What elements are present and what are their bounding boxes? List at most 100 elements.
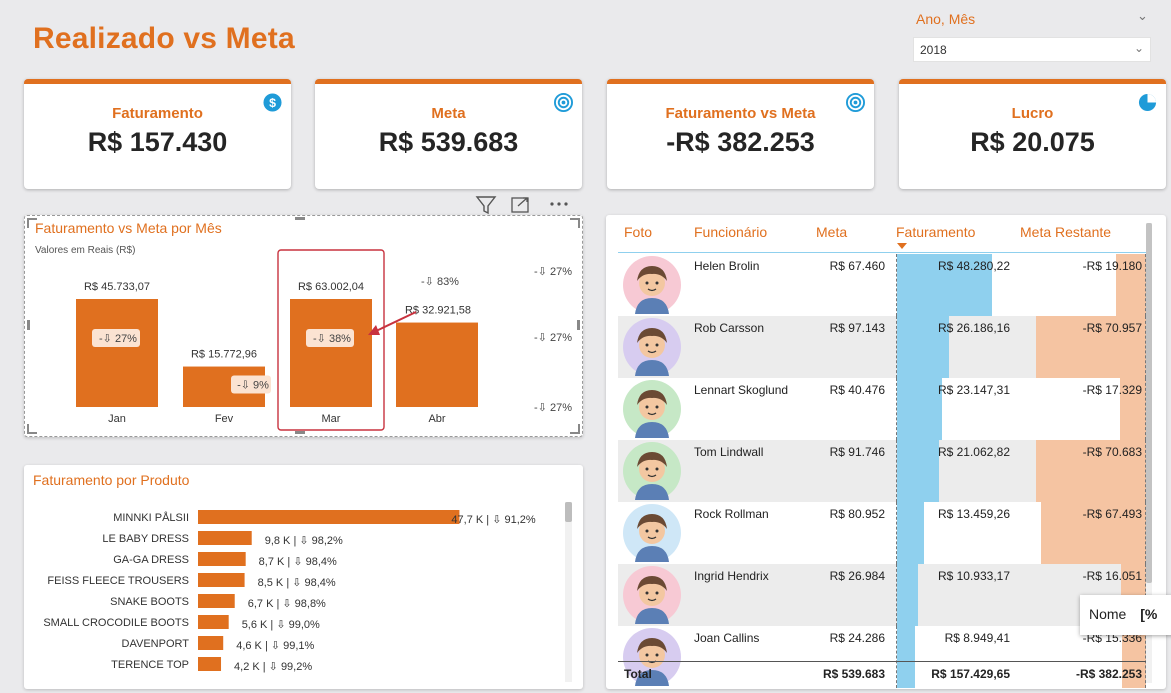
y-tick-label: LE BABY DRESS bbox=[102, 533, 189, 545]
meta-value: R$ 97.143 bbox=[829, 321, 885, 335]
faturamento-value: R$ 13.459,26 bbox=[937, 507, 1010, 521]
total-label: Total bbox=[624, 667, 652, 681]
scrollbar-thumb[interactable] bbox=[1146, 223, 1152, 583]
bar-value-label: R$ 32.921,58 bbox=[405, 305, 471, 317]
faturamento-value: R$ 8.949,41 bbox=[944, 631, 1010, 645]
kpi-card-faturamento-vs-meta[interactable]: Faturamento vs Meta -R$ 382.253 bbox=[607, 79, 874, 189]
meta-value: R$ 80.952 bbox=[829, 507, 885, 521]
woman-glasses-avatar-icon bbox=[623, 566, 681, 624]
filter-icon[interactable] bbox=[475, 196, 497, 215]
man-avatar-icon bbox=[623, 442, 681, 500]
meta-restante-value: -R$ 70.683 bbox=[1082, 445, 1142, 459]
y-tick-label: DAVENPORT bbox=[122, 638, 190, 650]
bar-abr[interactable] bbox=[396, 322, 478, 407]
product-bar[interactable] bbox=[198, 636, 224, 650]
variance-label: -⇩ 27% bbox=[534, 402, 572, 414]
page-title: Realizado vs Meta bbox=[33, 22, 295, 55]
meta-value: R$ 91.746 bbox=[829, 445, 885, 459]
product-bar[interactable] bbox=[198, 594, 235, 608]
col-header-faturamento[interactable]: Faturamento bbox=[896, 224, 975, 240]
product-bar[interactable] bbox=[198, 657, 222, 671]
kpi-card-faturamento[interactable]: Faturamento R$ 157.430 $ bbox=[24, 79, 291, 189]
focus-mode-icon[interactable] bbox=[511, 197, 529, 213]
target-icon bbox=[846, 93, 865, 112]
meta-value: R$ 26.984 bbox=[829, 569, 885, 583]
table-row[interactable]: Rob Carsson R$ 97.143 R$ 26.186,16 -R$ 70.9… bbox=[618, 316, 1146, 378]
x-tick-label: Jan bbox=[108, 413, 126, 425]
product-bar[interactable] bbox=[198, 615, 229, 629]
col-header-funcionario[interactable]: Funcionário bbox=[694, 224, 767, 240]
bar-mar[interactable] bbox=[290, 299, 372, 407]
meta-value: R$ 24.286 bbox=[829, 631, 885, 645]
y-tick-label: GA-GA DRESS bbox=[113, 554, 189, 566]
variance-badge-text: -⇩ 27% bbox=[99, 333, 137, 345]
bar-jan[interactable] bbox=[76, 299, 158, 407]
bar-value-label: 4,6 K | ⇩ 99,1% bbox=[236, 640, 314, 652]
kpi-card-meta[interactable]: Meta R$ 539.683 bbox=[315, 79, 582, 189]
bar-value-label: 8,7 K | ⇩ 98,4% bbox=[259, 556, 337, 568]
bar-value-label: R$ 63.002,04 bbox=[298, 281, 364, 293]
kpi-label: Faturamento bbox=[112, 105, 203, 122]
total-divider bbox=[618, 661, 1146, 662]
faturamento-value: R$ 48.280,22 bbox=[937, 259, 1010, 273]
product-bar[interactable] bbox=[198, 531, 252, 545]
bar-value-label: R$ 45.733,07 bbox=[84, 281, 150, 293]
variance-badge-text: -⇩ 83% bbox=[421, 276, 459, 288]
table-row[interactable]: Tom Lindwall R$ 91.746 R$ 21.062,82 -R$ 70.… bbox=[618, 440, 1146, 502]
table-row[interactable]: Helen Brolin R$ 67.460 R$ 48.280,22 -R$ 19.… bbox=[618, 254, 1146, 316]
meta-restante-value: -R$ 16.051 bbox=[1082, 569, 1142, 583]
product-bar[interactable] bbox=[198, 573, 245, 587]
table-row[interactable]: Lennart Skoglund R$ 40.476 R$ 23.147,31 -R$… bbox=[618, 378, 1146, 440]
variance-label: -⇩ 27% bbox=[534, 266, 572, 278]
product-bar[interactable] bbox=[198, 552, 246, 566]
kpi-value: R$ 157.430 bbox=[87, 127, 228, 157]
total-meta: R$ 539.683 bbox=[822, 667, 885, 681]
bar-value-label: 8,5 K | ⇩ 98,4% bbox=[258, 577, 336, 589]
tooltip-extra: [% bbox=[1140, 606, 1158, 622]
bar-value-label: R$ 15.772,96 bbox=[191, 349, 257, 361]
bar-value-label: 6,7 K | ⇩ 98,8% bbox=[248, 598, 326, 610]
x-tick-label: Abr bbox=[428, 413, 445, 425]
bar-value-label: 9,8 K | ⇩ 98,2% bbox=[265, 535, 343, 547]
product-bar[interactable] bbox=[198, 510, 460, 524]
y-tick-label: SNAKE BOOTS bbox=[110, 596, 189, 608]
col-header-meta[interactable]: Meta bbox=[816, 224, 847, 240]
employee-name: Rock Rollman bbox=[694, 507, 769, 521]
chevron-down-icon[interactable]: ⌄ bbox=[1137, 8, 1148, 24]
bar-value-label: 47,7 K | ⇩ 91,2% bbox=[451, 514, 535, 526]
table-row[interactable]: Ingrid Hendrix R$ 26.984 R$ 10.933,17 -R$ 1… bbox=[618, 564, 1146, 626]
variance-label: -⇩ 27% bbox=[534, 332, 572, 344]
kpi-card-lucro[interactable]: Lucro R$ 20.075 bbox=[899, 79, 1166, 189]
tooltip: Nome [% bbox=[1080, 595, 1171, 635]
employee-name: Joan Callins bbox=[694, 631, 760, 645]
product-bar-chart: MINNKI PÅLSII 47,7 K | ⇩ 91,2% LE BABY DRE… bbox=[43, 510, 536, 673]
y-tick-label: TERENCE TOP bbox=[111, 659, 189, 671]
faturamento-value: R$ 10.933,17 bbox=[937, 569, 1010, 583]
faturamento-value: R$ 21.062,82 bbox=[937, 445, 1010, 459]
y-tick-label: FEISS FLEECE TROUSERS bbox=[47, 575, 189, 587]
col-header-meta-restante[interactable]: Meta Restante bbox=[1020, 224, 1111, 240]
x-tick-label: Fev bbox=[215, 413, 234, 425]
employee-name: Tom Lindwall bbox=[694, 445, 764, 459]
sort-desc-icon bbox=[897, 243, 907, 249]
more-options-icon[interactable] bbox=[550, 202, 568, 206]
visual-header bbox=[475, 196, 568, 215]
col-header-foto[interactable]: Foto bbox=[624, 224, 652, 240]
kpi-label: Faturamento vs Meta bbox=[665, 105, 816, 122]
target-icon bbox=[554, 93, 573, 112]
faturamento-value: R$ 26.186,16 bbox=[937, 321, 1010, 335]
employee-name: Helen Brolin bbox=[694, 259, 760, 273]
kpi-value: R$ 20.075 bbox=[970, 127, 1095, 157]
table-row[interactable]: Rock Rollman R$ 80.952 R$ 13.459,26 -R$ 67.… bbox=[618, 502, 1146, 564]
y-tick-label: SMALL CROCODILE BOOTS bbox=[43, 617, 189, 629]
total-faturamento: R$ 157.429,65 bbox=[931, 667, 1010, 681]
man-beard-avatar-icon bbox=[623, 318, 681, 376]
year-slicer-dropdown[interactable]: 2018 ⌄ bbox=[913, 37, 1151, 62]
faturamento-value: R$ 23.147,31 bbox=[937, 383, 1010, 397]
kpi-label: Meta bbox=[431, 105, 466, 122]
header-divider bbox=[618, 252, 1146, 253]
pie-icon bbox=[1138, 93, 1157, 112]
dollar-icon: $ bbox=[263, 93, 282, 112]
meta-restante-value: -R$ 70.957 bbox=[1082, 321, 1142, 335]
monthly-bar-chart: R$ 45.733,07 Jan -⇩ 27% R$ 15.772,96 Fev -⇩ 9… bbox=[76, 249, 572, 431]
